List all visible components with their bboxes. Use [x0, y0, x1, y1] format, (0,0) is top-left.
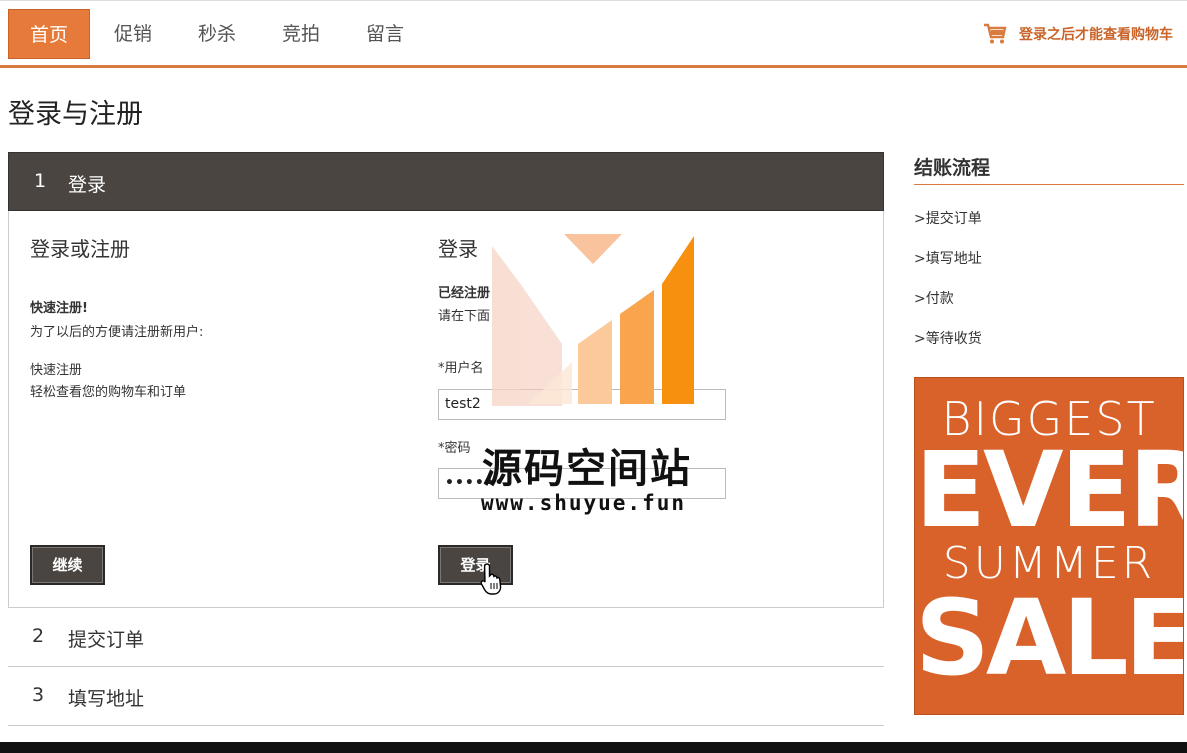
- nav-promotion[interactable]: 促销: [102, 9, 164, 59]
- sidebar-item-fill-address[interactable]: >填写地址: [914, 248, 982, 268]
- nav-flash-sale[interactable]: 秒杀: [186, 9, 248, 59]
- cart-link[interactable]: 登录之后才能查看购物车: [983, 19, 1173, 49]
- step-label: 登录: [68, 174, 107, 196]
- checkout-process-title: 结账流程: [914, 153, 1184, 185]
- top-navigation: 首页 促销 秒杀 竞拍 留言 登录之后才能查看购物车: [0, 0, 1187, 68]
- registered-desc: 请在下面: [438, 309, 491, 324]
- register-line2: 轻松查看您的购物车和订单: [30, 385, 187, 400]
- register-line1: 快速注册: [30, 363, 83, 378]
- step-number: 2: [32, 625, 45, 647]
- step-number: 1: [34, 170, 47, 192]
- nav-home[interactable]: 首页: [8, 9, 90, 59]
- banner-line2: EVER: [915, 429, 1184, 551]
- summer-sale-banner[interactable]: BIGGEST EVER SUMMER SALE: [914, 377, 1184, 715]
- watermark-logo-icon: [492, 234, 694, 406]
- step-login-header[interactable]: 1 登录: [8, 152, 884, 211]
- continue-button[interactable]: 继续: [30, 545, 105, 585]
- cart-text: 登录之后才能查看购物车: [1019, 27, 1173, 43]
- step-number: 3: [32, 684, 45, 706]
- watermark-url: www.shuyue.fun: [481, 491, 687, 515]
- quick-register-title: 快速注册!: [30, 301, 88, 316]
- sidebar-item-await-delivery[interactable]: >等待收货: [914, 328, 982, 348]
- step-submit-order[interactable]: 2 提交订单: [8, 608, 884, 667]
- step-fill-address[interactable]: 3 填写地址: [8, 667, 884, 726]
- bottom-bar: [0, 742, 1187, 753]
- step-login-body: 登录或注册 快速注册! 为了以后的方便请注册新用户: 快速注册 轻松查看您的购物…: [8, 211, 884, 608]
- nav-auction[interactable]: 竞拍: [270, 9, 332, 59]
- hand-cursor-icon: [480, 563, 502, 595]
- sidebar-item-payment[interactable]: >付款: [914, 288, 954, 308]
- login-title: 登录: [438, 237, 478, 261]
- registered-title: 已经注册: [438, 286, 491, 301]
- username-label: *用户名: [438, 361, 484, 376]
- page-title: 登录与注册: [8, 99, 143, 130]
- nav-message[interactable]: 留言: [354, 9, 416, 59]
- sidebar-item-submit-order[interactable]: >提交订单: [914, 208, 982, 228]
- watermark-name: 源码空间站: [482, 446, 692, 492]
- cart-icon: [984, 23, 1007, 44]
- register-title: 登录或注册: [30, 237, 130, 261]
- banner-line4: SALE: [915, 577, 1184, 699]
- step-label: 提交订单: [68, 629, 145, 651]
- step-label: 填写地址: [68, 688, 145, 710]
- password-label: *密码: [438, 441, 471, 456]
- quick-register-desc: 为了以后的方便请注册新用户:: [30, 325, 204, 340]
